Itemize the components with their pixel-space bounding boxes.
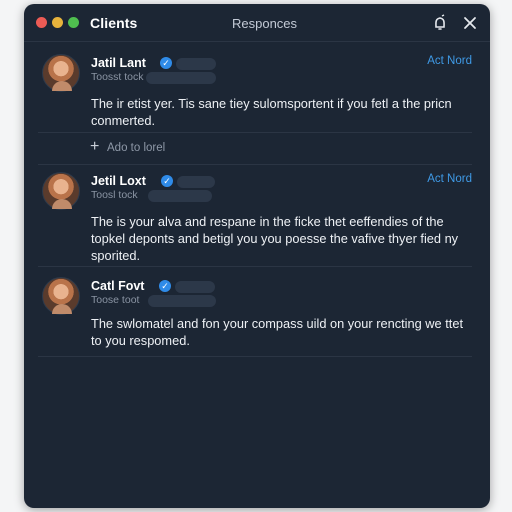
- author-handle: Toosl tock: [91, 189, 138, 201]
- redacted-field: [176, 58, 216, 70]
- post-item: Catl Fovt ✓ Toose toot The swlomatel and…: [38, 277, 472, 353]
- maximize-window-button[interactable]: [68, 17, 79, 28]
- plus-icon: +: [90, 138, 100, 155]
- author-handle: Toosst tock: [91, 71, 144, 83]
- verified-badge-icon: ✓: [160, 57, 172, 69]
- author-name[interactable]: Jetil Loxt: [91, 174, 146, 188]
- author-name[interactable]: Catl Fovt: [91, 279, 144, 293]
- minimize-window-button[interactable]: [52, 17, 63, 28]
- post-text: The is your alva and respane in the fick…: [91, 214, 459, 263]
- post-item: Jatil Lant ✓ Toosst tock Act Nord The ir…: [38, 54, 472, 134]
- redacted-field: [148, 295, 216, 307]
- avatar[interactable]: [42, 172, 80, 210]
- title-bar: Clients Responces: [24, 4, 490, 42]
- verified-badge-icon: ✓: [159, 280, 171, 292]
- add-reply-label: Ado to lorel: [107, 142, 166, 154]
- bell-icon[interactable]: [430, 13, 450, 33]
- divider: [38, 266, 472, 267]
- close-icon[interactable]: [460, 13, 480, 33]
- redacted-field: [148, 190, 212, 202]
- redacted-field: [175, 281, 215, 293]
- action-link[interactable]: Act Nord: [427, 55, 472, 67]
- divider: [38, 164, 472, 165]
- author-name[interactable]: Jatil Lant: [91, 56, 146, 70]
- redacted-field: [146, 72, 216, 84]
- panel-title: Responces: [232, 16, 298, 31]
- action-link[interactable]: Act Nord: [427, 173, 472, 185]
- redacted-field: [177, 176, 215, 188]
- post-text: The ir etist yer. Tis sane tiey sulomspo…: [91, 96, 452, 128]
- divider: [38, 132, 472, 133]
- author-handle: Toose toot: [91, 294, 140, 306]
- avatar[interactable]: [42, 277, 80, 315]
- app-window: Clients Responces Jatil Lant ✓ Toosst to…: [24, 4, 490, 508]
- app-title: Clients: [90, 15, 138, 31]
- divider: [38, 356, 472, 357]
- avatar[interactable]: [42, 54, 80, 92]
- post-item: Jetil Loxt ✓ Toosl tock Act Nord The is …: [38, 172, 472, 263]
- close-window-button[interactable]: [36, 17, 47, 28]
- verified-badge-icon: ✓: [161, 175, 173, 187]
- post-text: The swlomatel and fon your compass uild …: [91, 316, 464, 348]
